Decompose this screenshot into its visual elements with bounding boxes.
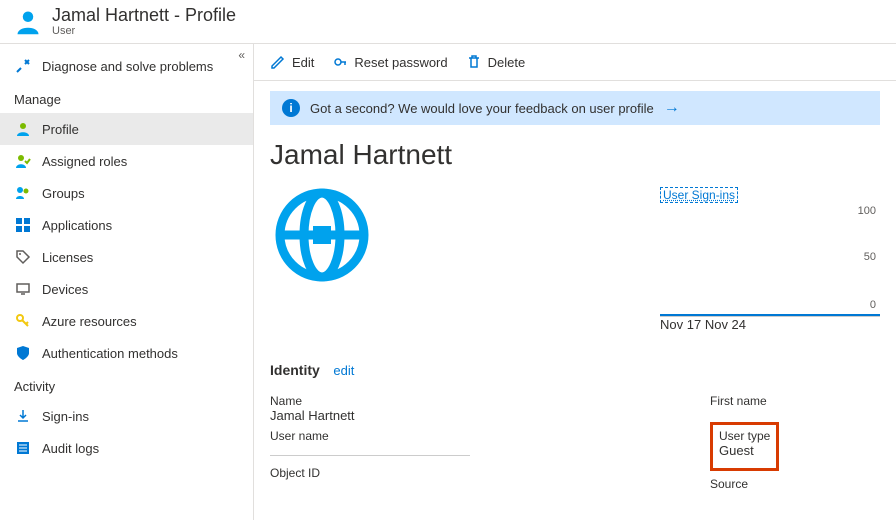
wrench-icon xyxy=(14,57,32,75)
people-icon xyxy=(14,184,32,202)
signins-chart[interactable]: User Sign-ins 100 50 0 Nov 17 Nov 24 xyxy=(660,187,880,332)
sidebar-item-label: Profile xyxy=(42,122,79,137)
objectid-label: Object ID xyxy=(270,466,710,480)
sidebar-activity-heading: Activity xyxy=(0,369,253,400)
info-icon: i xyxy=(282,99,300,117)
sidebar-item-audit-logs[interactable]: Audit logs xyxy=(0,432,253,464)
sidebar-item-label: Licenses xyxy=(42,250,93,265)
name-label: Name xyxy=(270,394,710,408)
pencil-icon xyxy=(270,54,286,70)
person-icon xyxy=(14,120,32,138)
identity-heading: Identity xyxy=(270,362,320,378)
sidebar: « Diagnose and solve problems Manage Pro… xyxy=(0,44,254,520)
feedback-banner[interactable]: i Got a second? We would love your feedb… xyxy=(270,91,880,125)
username-label: User name xyxy=(270,429,710,443)
banner-text: Got a second? We would love your feedbac… xyxy=(310,101,654,116)
sidebar-diagnose-label: Diagnose and solve problems xyxy=(42,59,213,74)
chart-area: 100 50 0 xyxy=(660,207,880,317)
list-icon xyxy=(14,439,32,457)
edit-label: Edit xyxy=(292,55,314,70)
reset-label: Reset password xyxy=(354,55,447,70)
collapse-sidebar-icon[interactable]: « xyxy=(238,48,245,62)
sidebar-item-licenses[interactable]: Licenses xyxy=(0,241,253,273)
identity-section: Identity edit Name Jamal Hartnett User n… xyxy=(270,362,880,491)
sidebar-item-auth-methods[interactable]: Authentication methods xyxy=(0,337,253,369)
sidebar-item-label: Applications xyxy=(42,218,112,233)
key-circle-icon xyxy=(332,54,348,70)
sidebar-item-label: Audit logs xyxy=(42,441,99,456)
delete-label: Delete xyxy=(488,55,526,70)
sidebar-item-signins[interactable]: Sign-ins xyxy=(0,400,253,432)
sidebar-item-label: Devices xyxy=(42,282,88,297)
sidebar-item-label: Groups xyxy=(42,186,85,201)
sidebar-manage-heading: Manage xyxy=(0,82,253,113)
name-value: Jamal Hartnett xyxy=(270,408,710,423)
main-content: Edit Reset password Delete i Got a secon… xyxy=(254,44,896,520)
key-icon xyxy=(14,312,32,330)
shield-icon xyxy=(14,344,32,362)
sidebar-item-azure-resources[interactable]: Azure resources xyxy=(0,305,253,337)
sidebar-item-profile[interactable]: Profile xyxy=(0,113,253,145)
sidebar-item-devices[interactable]: Devices xyxy=(0,273,253,305)
person-check-icon xyxy=(14,152,32,170)
usertype-label: User type xyxy=(719,429,770,443)
delete-button[interactable]: Delete xyxy=(466,54,526,70)
usertype-highlight: User type Guest xyxy=(710,422,779,471)
reset-password-button[interactable]: Reset password xyxy=(332,54,447,70)
toolbar: Edit Reset password Delete xyxy=(254,44,896,81)
sidebar-item-groups[interactable]: Groups xyxy=(0,177,253,209)
chart-xaxis: Nov 17 Nov 24 xyxy=(660,317,880,332)
chart-title[interactable]: User Sign-ins xyxy=(660,187,738,203)
sidebar-item-applications[interactable]: Applications xyxy=(0,209,253,241)
sidebar-diagnose[interactable]: Diagnose and solve problems xyxy=(0,50,253,82)
page-header: Jamal Hartnett - Profile User xyxy=(0,0,896,44)
apps-icon xyxy=(14,216,32,234)
sidebar-item-label: Authentication methods xyxy=(42,346,178,361)
trash-icon xyxy=(466,54,482,70)
sidebar-item-label: Azure resources xyxy=(42,314,137,329)
header-title: Jamal Hartnett - Profile xyxy=(52,6,236,26)
source-label: Source xyxy=(710,477,880,491)
firstname-label: First name xyxy=(710,394,880,408)
header-subtitle: User xyxy=(52,25,236,37)
tag-icon xyxy=(14,248,32,266)
page-title: Jamal Hartnett xyxy=(270,139,880,171)
signin-icon xyxy=(14,407,32,425)
user-avatar-icon xyxy=(14,8,42,36)
xtick-0: Nov 17 xyxy=(660,317,701,332)
edit-button[interactable]: Edit xyxy=(270,54,314,70)
sidebar-item-label: Sign-ins xyxy=(42,409,89,424)
sidebar-item-assigned-roles[interactable]: Assigned roles xyxy=(0,145,253,177)
xtick-1: Nov 24 xyxy=(705,317,746,332)
identity-edit-link[interactable]: edit xyxy=(333,363,354,378)
sidebar-item-label: Assigned roles xyxy=(42,154,127,169)
usertype-value: Guest xyxy=(719,443,770,458)
arrow-right-icon: → xyxy=(664,99,680,117)
user-photo-placeholder xyxy=(270,187,370,332)
monitor-icon xyxy=(14,280,32,298)
globe-icon xyxy=(274,187,370,283)
